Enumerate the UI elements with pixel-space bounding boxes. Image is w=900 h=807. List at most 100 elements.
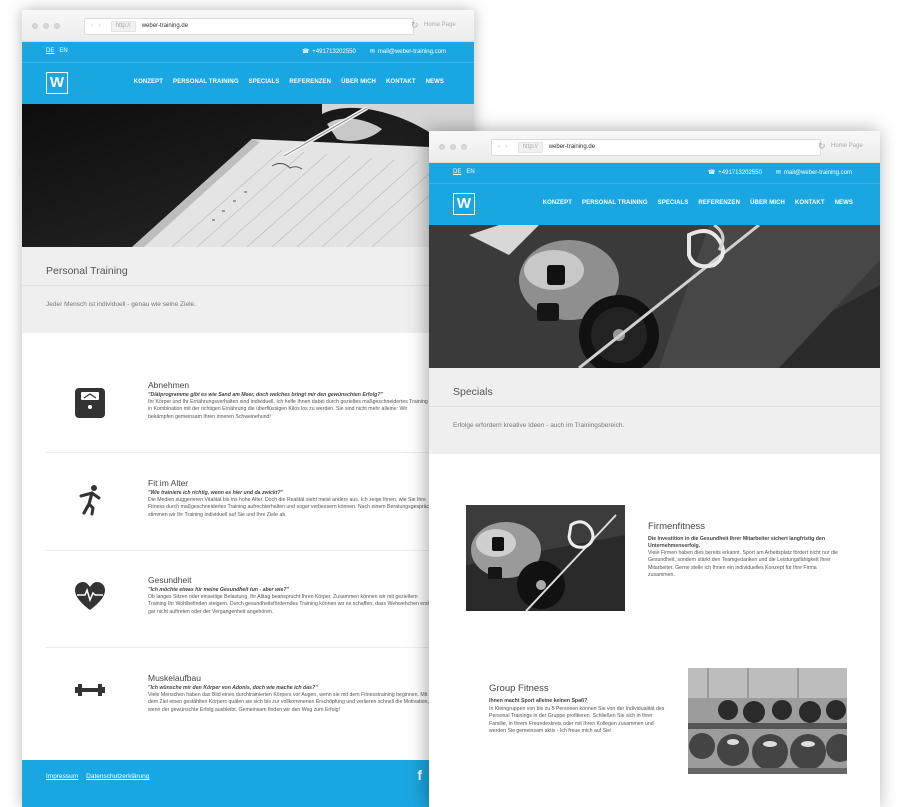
page-subtitle: Jeder Mensch ist individuell - genau wie… <box>46 301 196 308</box>
nav-item-referenzen[interactable]: REFERENZEN <box>698 200 740 206</box>
url-text: weber-training.de <box>548 144 596 150</box>
lang-de-link[interactable]: DE <box>453 169 461 175</box>
service-title: Abnehmen <box>148 380 190 390</box>
home-page-button[interactable]: Home Page <box>831 143 863 149</box>
feature-quote: Ihnen macht Sport alleine keinen Spaß? <box>489 698 588 704</box>
feature-title: Firmenfitness <box>648 521 706 532</box>
reload-icon[interactable]: ↻ <box>411 20 419 31</box>
lang-de-link[interactable]: DE <box>46 48 54 54</box>
maximize-window-button[interactable] <box>54 23 60 29</box>
contact-info: ☎ +491713202550 ✉ mail@weber-training.com <box>302 48 446 55</box>
browser-toolbar: ‹ › http:// weber-training.de ↻ Home Page <box>22 10 474 42</box>
service-divider <box>46 452 450 453</box>
facebook-icon[interactable]: f <box>417 767 422 783</box>
service-divider <box>46 647 450 648</box>
footer-links: Impressum Datenschutzerklärung <box>46 773 149 780</box>
scale-icon <box>73 386 107 420</box>
header-divider <box>429 406 880 407</box>
site-logo[interactable]: W <box>453 193 475 215</box>
nav-item-news[interactable]: NEWS <box>426 79 444 85</box>
phone-icon: ☎ <box>301 49 310 55</box>
browser-toolbar: ‹ › http:// weber-training.de ↻ Home Page <box>429 131 880 163</box>
mail-icon: ✉ <box>775 170 781 176</box>
window-controls <box>32 23 60 29</box>
phone-link[interactable]: ☎ +491713202550 <box>302 48 356 55</box>
back-forward-icon[interactable]: ‹ › <box>91 23 103 29</box>
phone-icon: ☎ <box>707 170 716 176</box>
impressum-link[interactable]: Impressum <box>46 773 78 780</box>
nav-item-kontakt[interactable]: KONTAKT <box>795 200 825 206</box>
nav-item-specials[interactable]: SPECIALS <box>249 79 280 85</box>
service-text: Viele Menschen haben das Bild eines durc… <box>148 692 429 713</box>
nav-item-ueber-mich[interactable]: ÜBER MICH <box>341 79 376 85</box>
nav-menu: KONZEPT PERSONAL TRAINING SPECIALS REFER… <box>543 200 853 206</box>
contact-bar: DE EN ☎ +491713202550 ✉ mail@weber-trainin… <box>22 42 474 62</box>
service-text: Ob langes Sitzen oder einseitige Belastu… <box>148 594 429 615</box>
hero-photo <box>429 225 880 368</box>
url-text: weber-training.de <box>141 23 189 29</box>
nav-item-personal-training[interactable]: PERSONAL TRAINING <box>173 79 239 85</box>
protocol-label: http:// <box>517 142 543 153</box>
back-forward-icon[interactable]: ‹ › <box>498 144 510 150</box>
contact-bar: DE EN ☎ +491713202550 ✉ mail@weber-trainin… <box>429 163 880 183</box>
protocol-label: http:// <box>110 21 136 32</box>
nav-item-personal-training[interactable]: PERSONAL TRAINING <box>582 200 648 206</box>
address-bar[interactable]: ‹ › http:// weber-training.de <box>84 18 414 35</box>
hero-image-gym <box>429 225 880 368</box>
feature-text: Viele Firmen haben dies bereits erkannt.… <box>648 550 838 579</box>
nav-item-ueber-mich[interactable]: ÜBER MICH <box>750 200 785 206</box>
lang-en-link[interactable]: EN <box>466 169 474 175</box>
service-quote: "Ich wünsche mir den Körper von Adonis, … <box>148 685 318 691</box>
service-title: Fit im Alter <box>148 478 189 488</box>
page-title: Personal Training <box>46 265 128 277</box>
site-logo[interactable]: W <box>46 72 68 94</box>
phone-link[interactable]: ☎ +491713202550 <box>708 169 762 176</box>
close-window-button[interactable] <box>439 144 445 150</box>
hero-photo <box>22 104 474 247</box>
service-quote: "Wie trainiere ich richtig, wenn es hier… <box>148 490 284 496</box>
main-navigation: W KONZEPT PERSONAL TRAINING SPECIALS REF… <box>22 62 474 104</box>
datenschutz-link[interactable]: Datenschutzerklärung <box>86 773 149 780</box>
reload-icon[interactable]: ↻ <box>818 141 826 152</box>
minimize-window-button[interactable] <box>450 144 456 150</box>
language-switcher: DE EN <box>46 48 68 54</box>
page-title: Specials <box>453 386 493 398</box>
close-window-button[interactable] <box>32 23 38 29</box>
feature-title: Group Fitness <box>489 683 549 694</box>
nav-item-konzept[interactable]: KONZEPT <box>543 200 572 206</box>
window-controls <box>439 144 467 150</box>
service-quote: "Diätprogramme gibt es wie Sand am Meer,… <box>148 392 383 398</box>
mail-icon: ✉ <box>369 49 375 55</box>
lang-en-link[interactable]: EN <box>59 48 67 54</box>
home-page-button[interactable]: Home Page <box>424 22 456 28</box>
service-title: Gesundheit <box>148 575 192 585</box>
email-link[interactable]: ✉ mail@weber-training.com <box>370 48 446 55</box>
site-footer: Impressum Datenschutzerklärung f <box>22 760 474 807</box>
feature-text: In Kleingruppen von bis zu 5 Personen kö… <box>489 706 665 735</box>
dumbbell-icon <box>73 673 107 707</box>
hero-image-writing <box>22 104 474 247</box>
nav-item-kontakt[interactable]: KONTAKT <box>386 79 416 85</box>
service-text: Die Medien suggerieren Vitalität bis ins… <box>148 497 433 518</box>
nav-item-news[interactable]: NEWS <box>835 200 853 206</box>
heart-pulse-icon <box>73 579 107 613</box>
service-divider <box>46 550 450 551</box>
email-link[interactable]: ✉ mail@weber-training.com <box>776 169 852 176</box>
page-header: Personal Training Jeder Mensch ist indiv… <box>22 247 474 333</box>
contact-info: ☎ +491713202550 ✉ mail@weber-training.com <box>708 169 852 176</box>
maximize-window-button[interactable] <box>461 144 467 150</box>
language-switcher: DE EN <box>453 169 475 175</box>
minimize-window-button[interactable] <box>43 23 49 29</box>
browser-window-personal-training: ‹ › http://weber-training.de ↻ Home Page … <box>22 10 474 807</box>
service-title: Muskelaufbau <box>148 673 201 683</box>
nav-item-konzept[interactable]: KONZEPT <box>134 79 163 85</box>
nav-menu: KONZEPT PERSONAL TRAINING SPECIALS REFER… <box>134 79 444 85</box>
page-header: Specials Erfolge erfordern kreative Idee… <box>429 368 880 454</box>
service-quote: "Ich möchte etwas für meine Gesundheit t… <box>148 587 289 593</box>
nav-item-referenzen[interactable]: REFERENZEN <box>289 79 331 85</box>
nav-item-specials[interactable]: SPECIALS <box>658 200 689 206</box>
address-bar[interactable]: ‹ › http:// weber-training.de <box>491 139 821 156</box>
stretching-person-icon <box>73 482 107 516</box>
group-fitness-image <box>688 668 847 774</box>
service-text: Ihr Körper und Ihr Ernährungsverhalten s… <box>148 399 428 420</box>
